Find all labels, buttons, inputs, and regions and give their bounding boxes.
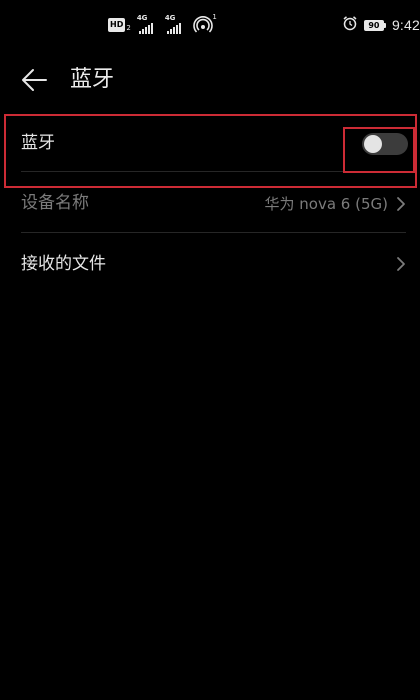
signal-bars-sim2: [166, 23, 181, 34]
hotspot-icon: 1: [193, 13, 217, 35]
toggle-knob: [364, 135, 382, 153]
status-time: 9:42: [391, 17, 420, 33]
device-name-value: 华为 nova 6 (5G): [264, 195, 388, 213]
divider: [21, 232, 406, 233]
network-type-sim2: 4G: [164, 14, 176, 22]
divider: [21, 171, 406, 172]
status-bar: HD 2 4G 4G 1 90 9:42: [0, 0, 420, 50]
page-title: 蓝牙: [70, 67, 115, 92]
hd-icon: HD 2: [108, 18, 131, 32]
bluetooth-label: 蓝牙: [21, 133, 55, 153]
back-button[interactable]: [20, 67, 48, 93]
status-bar-indicators: HD 2 4G 4G 1: [108, 13, 217, 36]
battery-level: 90: [363, 19, 384, 31]
hd-badge: HD: [108, 18, 126, 32]
hotspot-count: 1: [212, 13, 217, 21]
device-name-label: 设备名称: [21, 193, 89, 213]
received-files-label: 接收的文件: [21, 254, 106, 274]
chevron-right-icon: [397, 197, 405, 211]
signal-icon-sim2: 4G: [165, 14, 187, 36]
back-arrow-icon: [22, 69, 47, 91]
title-bar: 蓝牙: [0, 55, 420, 105]
signal-icon-sim1: 4G: [137, 14, 159, 36]
device-name-row[interactable]: 设备名称 华为 nova 6 (5G): [0, 175, 420, 233]
chevron-right-icon: [397, 257, 405, 271]
battery-icon: 90: [363, 19, 386, 31]
network-type-sim1: 4G: [136, 14, 148, 22]
hd-sub-label: 2: [126, 24, 131, 32]
status-bar-right: 90 9:42: [342, 14, 420, 36]
signal-bars-sim1: [138, 23, 153, 34]
alarm-icon: [342, 15, 358, 35]
bluetooth-toggle-row[interactable]: 蓝牙: [0, 115, 420, 175]
bluetooth-toggle[interactable]: [362, 133, 408, 155]
received-files-row[interactable]: 接收的文件: [0, 235, 420, 293]
